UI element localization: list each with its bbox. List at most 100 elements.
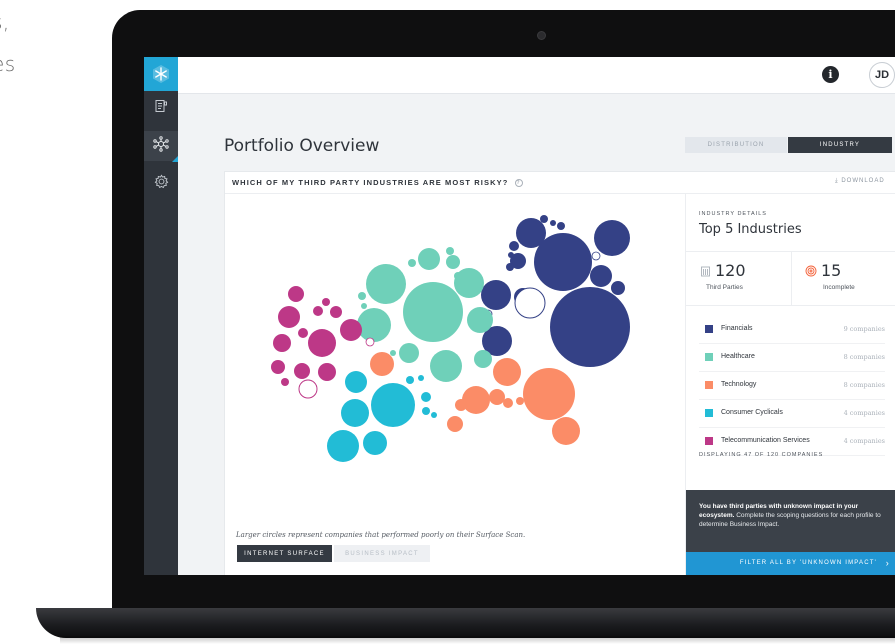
tab-industry[interactable]: INDUSTRY xyxy=(788,137,892,153)
bubble-technology[interactable] xyxy=(447,416,463,432)
bubble-financials[interactable] xyxy=(509,241,519,251)
bubble-healthcare[interactable] xyxy=(357,308,391,342)
incomplete-caption: Incomplete xyxy=(823,284,855,291)
bubble-telecom[interactable] xyxy=(322,298,330,306)
bubble-unknown[interactable] xyxy=(365,337,375,347)
bubble-telecom[interactable] xyxy=(330,306,342,318)
bubble-healthcare[interactable] xyxy=(467,307,493,333)
bubble-consumer[interactable] xyxy=(418,375,424,381)
bubble-financials[interactable] xyxy=(557,222,565,230)
bubble-healthcare[interactable] xyxy=(358,292,366,300)
bubble-technology[interactable] xyxy=(552,417,580,445)
bubble-telecom[interactable] xyxy=(308,329,336,357)
snowflake-logo-icon[interactable] xyxy=(144,57,178,91)
bubble-consumer[interactable] xyxy=(422,407,430,415)
business-impact-button[interactable]: BUSINESS IMPACT xyxy=(334,545,430,562)
bubble-healthcare[interactable] xyxy=(408,259,416,267)
bubble-healthcare[interactable] xyxy=(366,264,406,304)
bubble-financials[interactable] xyxy=(550,220,556,226)
stat-third-parties: 120 Third Parties xyxy=(686,252,792,305)
bubble-consumer[interactable] xyxy=(431,412,437,418)
industry-name: Technology xyxy=(721,381,757,388)
bubble-consumer[interactable] xyxy=(345,371,367,393)
card-header: WHICH OF MY THIRD PARTY INDUSTRIES ARE M… xyxy=(225,172,895,194)
industry-count: 4 companies xyxy=(843,409,885,417)
bubble-financials[interactable] xyxy=(481,280,511,310)
avatar[interactable]: JD xyxy=(869,62,895,88)
card-question: WHICH OF MY THIRD PARTY INDUSTRIES ARE M… xyxy=(232,178,523,188)
bubble-healthcare[interactable] xyxy=(418,248,440,270)
bubble-consumer[interactable] xyxy=(341,399,369,427)
nav-network[interactable] xyxy=(144,131,178,162)
bubble-unknown[interactable] xyxy=(514,287,546,319)
stats-row: 120 Third Parties 15 Incomplete xyxy=(686,251,895,306)
industry-name: Telecommunication Services xyxy=(721,437,810,444)
laptop-base xyxy=(36,608,895,638)
bubble-financials[interactable] xyxy=(590,265,612,287)
list-item[interactable]: Financials 9 companies xyxy=(699,316,885,344)
bubble-financials[interactable] xyxy=(594,220,630,256)
settings-gear-icon xyxy=(154,174,169,194)
third-parties-value: 120 xyxy=(715,261,746,280)
sidebar xyxy=(144,57,178,575)
bubble-technology[interactable] xyxy=(489,389,505,405)
bubble-telecom[interactable] xyxy=(278,306,300,328)
bubble-technology[interactable] xyxy=(455,399,467,411)
bubble-healthcare[interactable] xyxy=(446,255,460,269)
bubble-healthcare[interactable] xyxy=(430,350,462,382)
bubble-consumer[interactable] xyxy=(327,430,359,462)
bubble-healthcare[interactable] xyxy=(454,272,462,280)
bubble-telecom[interactable] xyxy=(340,319,362,341)
help-icon[interactable]: ? xyxy=(514,179,523,188)
bubble-consumer[interactable] xyxy=(371,383,415,427)
bubble-healthcare[interactable] xyxy=(399,343,419,363)
bubble-unknown[interactable] xyxy=(298,379,318,399)
bubble-telecom[interactable] xyxy=(294,363,310,379)
bubble-financials[interactable] xyxy=(516,218,546,248)
bubble-telecom[interactable] xyxy=(281,378,289,386)
download-button[interactable]: ⤓ DOWNLOAD xyxy=(835,178,885,185)
marketing-line-2: es xyxy=(0,52,16,76)
bubble-healthcare[interactable] xyxy=(474,350,492,368)
bubble-telecom[interactable] xyxy=(288,286,304,302)
filter-unknown-impact-button[interactable]: FILTER ALL BY 'UNKNOWN IMPACT' › xyxy=(686,552,895,575)
bubble-financials[interactable] xyxy=(611,281,625,295)
bubble-consumer[interactable] xyxy=(421,392,431,402)
list-item[interactable]: Consumer Cyclicals 4 companies xyxy=(699,400,885,428)
app-screen: i JD Portfolio Overview DISTRIBUTION IND… xyxy=(144,57,895,575)
bubble-healthcare[interactable] xyxy=(361,303,367,309)
tab-distribution[interactable]: DISTRIBUTION xyxy=(685,137,787,153)
industry-list: Financials 9 companies Healthcare 8 comp… xyxy=(699,316,885,456)
bubble-telecom[interactable] xyxy=(271,360,285,374)
bubble-unknown[interactable] xyxy=(591,251,601,261)
bubble-telecom[interactable] xyxy=(313,306,323,316)
bubble-consumer[interactable] xyxy=(363,431,387,455)
bubble-healthcare[interactable] xyxy=(403,282,463,342)
list-item[interactable]: Healthcare 8 companies xyxy=(699,344,885,372)
bubble-technology[interactable] xyxy=(503,398,513,408)
bubble-financials[interactable] xyxy=(550,287,630,367)
internet-surface-button[interactable]: INTERNET SURFACE xyxy=(237,545,332,562)
bubble-telecom[interactable] xyxy=(273,334,291,352)
bubble-financials[interactable] xyxy=(506,263,514,271)
bubble-financials[interactable] xyxy=(508,252,514,258)
details-title: Top 5 Industries xyxy=(699,222,802,237)
marketing-text: s, es xyxy=(0,0,60,76)
bubble-technology[interactable] xyxy=(462,386,490,414)
info-icon[interactable]: i xyxy=(822,66,839,83)
bubble-healthcare[interactable] xyxy=(390,350,396,356)
bubble-consumer[interactable] xyxy=(406,376,414,384)
bubble-telecom[interactable] xyxy=(318,363,336,381)
list-item[interactable]: Technology 8 companies xyxy=(699,372,885,400)
nav-reports[interactable] xyxy=(144,93,178,123)
bubble-technology[interactable] xyxy=(516,397,524,405)
chevron-right-icon: › xyxy=(885,558,890,568)
nav-settings[interactable] xyxy=(144,169,178,199)
bubble-technology[interactable] xyxy=(370,352,394,376)
bubble-healthcare[interactable] xyxy=(446,247,454,255)
bubble-technology[interactable] xyxy=(493,358,521,386)
bubble-telecom[interactable] xyxy=(298,328,308,338)
bubble-financials[interactable] xyxy=(540,215,548,223)
bubble-chart-svg xyxy=(271,215,630,462)
bubble-technology[interactable] xyxy=(523,368,575,420)
